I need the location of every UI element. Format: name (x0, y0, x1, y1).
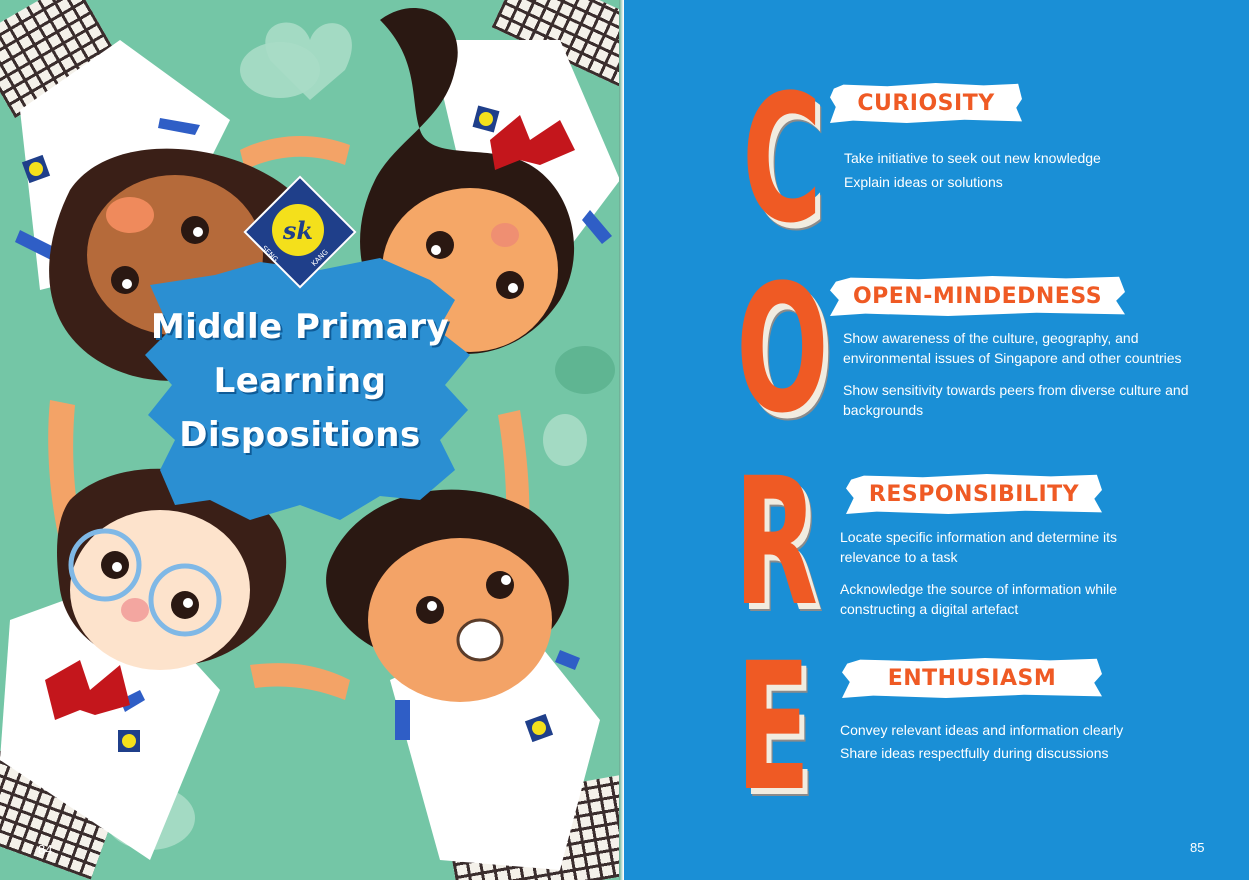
core-letter-c: C (742, 57, 823, 262)
logo-initials: sk (282, 215, 314, 245)
page-number-left: 84 (38, 842, 53, 857)
page-number-right: 85 (1190, 840, 1205, 855)
enthusiasm-heading: ENTHUSIASM (887, 665, 1057, 691)
core-letter-o: O (736, 247, 829, 452)
enthusiasm-heading-tag: ENTHUSIASM (842, 658, 1102, 698)
responsibility-item-2: Acknowledge the source of information wh… (840, 581, 1118, 617)
enthusiasm-description: Convey relevant ideas and information cl… (840, 720, 1220, 763)
open-mindedness-description: Show awareness of the culture, geography… (843, 328, 1223, 420)
booklet-spread: sk SENG KANG Middle Primary Learning Dis… (0, 0, 1249, 880)
open-mindedness-heading-tag: OPEN-MINDEDNESS (830, 276, 1125, 316)
curiosity-heading: CURIOSITY (857, 90, 995, 116)
title-line-2: Learning (213, 361, 387, 401)
open-mindedness-item-2: Show sensitivity towards peers from dive… (843, 382, 1189, 418)
enthusiasm-item-2: Share ideas respectfully during discussi… (840, 745, 1109, 761)
curiosity-description: Take initiative to seek out new knowledg… (844, 148, 1224, 192)
enthusiasm-item-1: Convey relevant ideas and information cl… (840, 722, 1124, 738)
responsibility-item-1: Locate specific information and determin… (840, 529, 1118, 565)
open-mindedness-item-1: Show awareness of the culture, geography… (843, 330, 1182, 366)
core-letter-e: E (736, 625, 811, 830)
open-mindedness-heading: OPEN-MINDEDNESS (852, 283, 1103, 309)
right-page-core: C O R E CURIOSITY Take initiative to see… (624, 0, 1249, 880)
core-letter-r: R (734, 440, 819, 645)
responsibility-heading-tag: RESPONSIBILITY (846, 474, 1102, 514)
curiosity-item-1: Take initiative to seek out new knowledg… (844, 150, 1101, 166)
school-logo: sk SENG KANG (243, 175, 357, 289)
page-title: Middle Primary Learning Dispositions (140, 300, 460, 510)
curiosity-item-2: Explain ideas or solutions (844, 174, 1003, 190)
title-line-1: Middle Primary (150, 307, 450, 347)
responsibility-description: Locate specific information and determin… (840, 527, 1160, 619)
title-line-3: Dispositions (179, 415, 421, 455)
curiosity-heading-tag: CURIOSITY (830, 83, 1022, 123)
left-page-illustration: sk SENG KANG Middle Primary Learning Dis… (0, 0, 624, 880)
responsibility-heading: RESPONSIBILITY (868, 481, 1080, 507)
